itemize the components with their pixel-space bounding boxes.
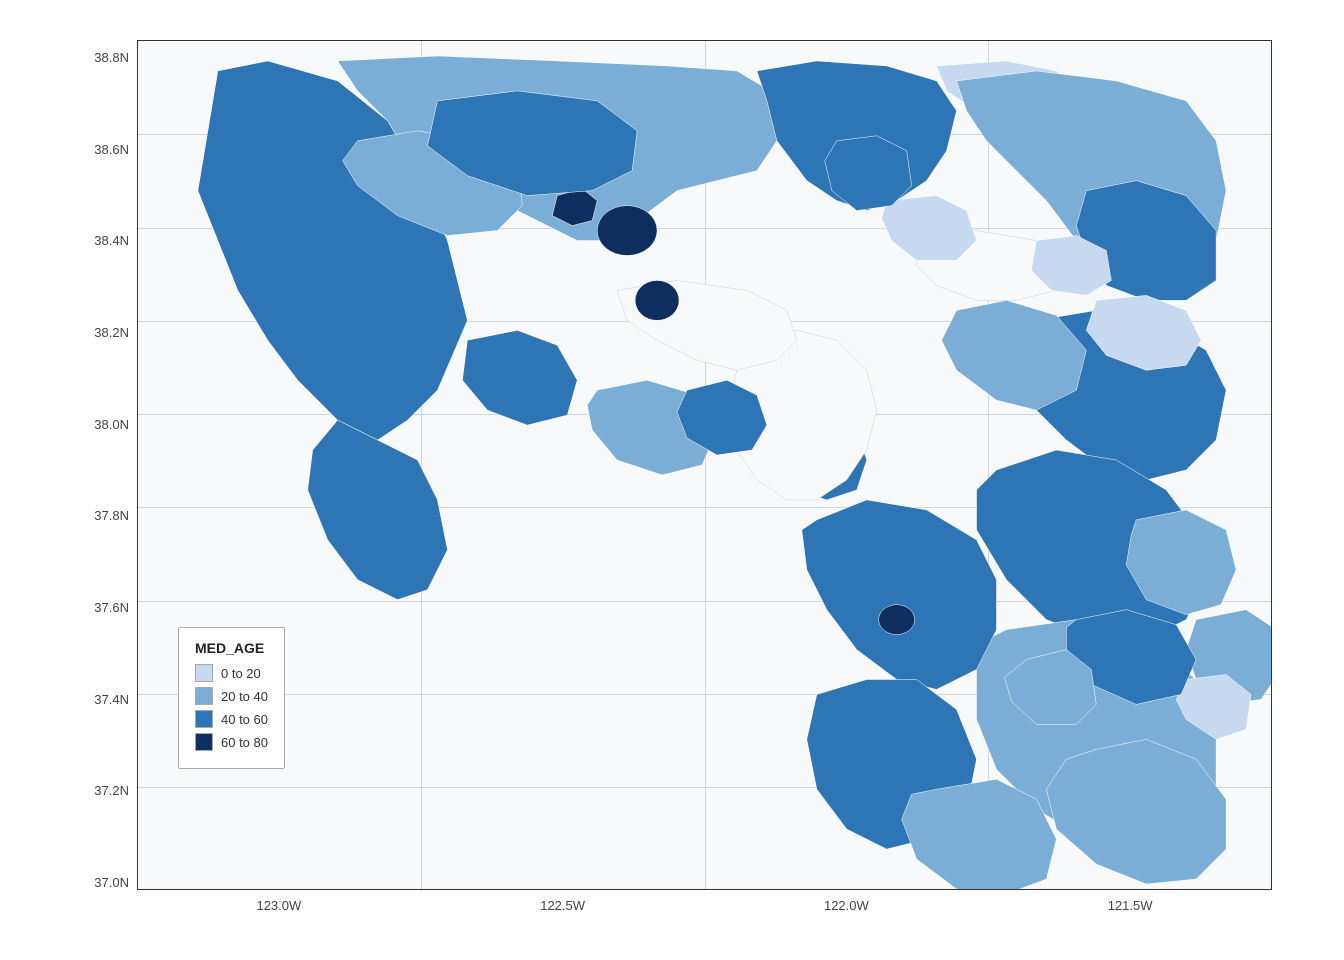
y-axis: 38.8N 38.6N 38.4N 38.2N 38.0N 37.8N 37.6… — [72, 40, 137, 920]
y-label-3: 38.2N — [94, 325, 129, 340]
y-label-8: 37.2N — [94, 783, 129, 798]
legend-color-1 — [195, 687, 213, 705]
map-area: .c0 { fill: #c6d9f0; stroke: #fff; strok… — [137, 40, 1272, 890]
legend-label-0: 0 to 20 — [221, 666, 261, 681]
chart-inner: 38.8N 38.6N 38.4N 38.2N 38.0N 37.8N 37.6… — [72, 40, 1272, 920]
legend-item-1: 20 to 40 — [195, 687, 268, 705]
y-label-5: 37.8N — [94, 508, 129, 523]
x-label-0: 123.0W — [256, 898, 301, 913]
chart-container: 38.8N 38.6N 38.4N 38.2N 38.0N 37.8N 37.6… — [0, 0, 1344, 960]
legend-title: MED_AGE — [195, 640, 268, 656]
y-label-0: 38.8N — [94, 50, 129, 65]
y-label-2: 38.4N — [94, 233, 129, 248]
legend-label-1: 20 to 40 — [221, 689, 268, 704]
legend-item-3: 60 to 80 — [195, 733, 268, 751]
legend-label-2: 40 to 60 — [221, 712, 268, 727]
x-label-2: 122.0W — [824, 898, 869, 913]
map-svg: .c0 { fill: #c6d9f0; stroke: #fff; strok… — [138, 41, 1271, 889]
y-label-6: 37.6N — [94, 600, 129, 615]
legend-label-3: 60 to 80 — [221, 735, 268, 750]
x-label-3: 121.5W — [1108, 898, 1153, 913]
legend: MED_AGE 0 to 20 20 to 40 40 to 60 60 to … — [178, 627, 285, 769]
y-label-1: 38.6N — [94, 142, 129, 157]
legend-color-2 — [195, 710, 213, 728]
legend-item-2: 40 to 60 — [195, 710, 268, 728]
y-label-7: 37.4N — [94, 692, 129, 707]
x-label-1: 122.5W — [540, 898, 585, 913]
x-axis: 123.0W 122.5W 122.0W 121.5W — [137, 890, 1272, 920]
legend-color-3 — [195, 733, 213, 751]
legend-item-0: 0 to 20 — [195, 664, 268, 682]
y-label-4: 38.0N — [94, 417, 129, 432]
legend-color-0 — [195, 664, 213, 682]
y-label-9: 37.0N — [94, 875, 129, 890]
